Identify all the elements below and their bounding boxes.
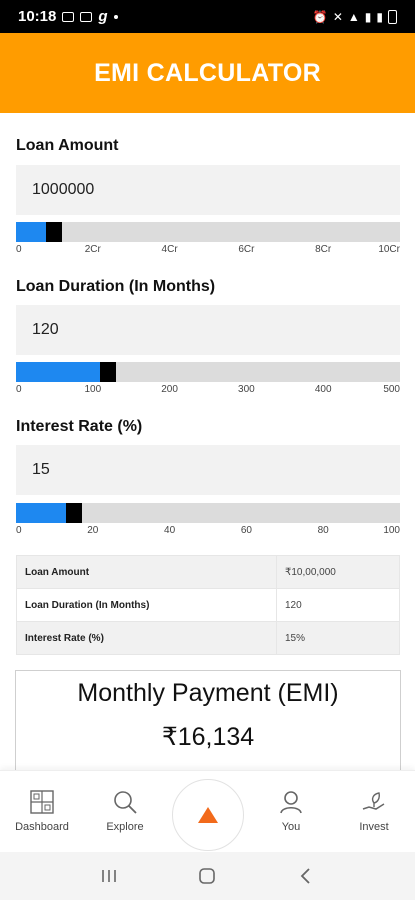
tick-label: 200 xyxy=(161,384,178,395)
summary-key: Loan Amount xyxy=(16,555,277,589)
home-button[interactable] xyxy=(187,861,227,891)
tick-label: 60 xyxy=(240,525,252,536)
summary-key: Loan Duration (In Months) xyxy=(16,588,277,622)
status-bar: 10:18 g ⏰ ✕ ▲ ▮ ▮ xyxy=(0,0,415,33)
nav-explore-label: Explore xyxy=(106,821,144,833)
summary-value: 15% xyxy=(276,621,400,655)
tick-label: 300 xyxy=(238,384,255,395)
loan-amount-ticks: 0 2Cr 4Cr 6Cr 8Cr 10Cr xyxy=(16,244,400,256)
tick-label: 40 xyxy=(164,525,176,536)
tick-label: 0 xyxy=(16,525,22,536)
slider-thumb[interactable] xyxy=(46,222,62,242)
tick-label: 4Cr xyxy=(161,244,178,255)
table-row: Loan Duration (In Months) 120 xyxy=(16,588,400,622)
summary-value: 120 xyxy=(276,588,400,622)
interest-rate-label: Interest Rate (%) xyxy=(16,418,143,435)
tick-label: 6Cr xyxy=(238,244,255,255)
gallery-icon xyxy=(62,11,75,22)
signal-icon-2: ▮ xyxy=(376,9,383,24)
slider-fill xyxy=(16,222,46,242)
emi-title: Monthly Payment (EMI) xyxy=(77,679,339,707)
slider-fill xyxy=(16,503,66,523)
invest-hand-icon xyxy=(362,792,385,810)
search-icon xyxy=(114,791,137,814)
tick-label: 0 xyxy=(16,244,22,255)
interest-rate-ticks: 0 20 40 60 80 100 xyxy=(16,525,400,537)
loan-amount-slider[interactable] xyxy=(16,222,400,242)
nav-dashboard-label: Dashboard xyxy=(15,821,69,833)
page-title: EMI CALCULATOR xyxy=(94,58,321,87)
emi-result-card: Monthly Payment (EMI) ₹16,134 xyxy=(15,670,401,770)
emi-value: ₹16,134 xyxy=(161,723,255,751)
bottom-nav: Dashboard Explore You Invest xyxy=(0,770,415,852)
tick-label: 100 xyxy=(84,384,102,395)
table-row: Interest Rate (%) 15% xyxy=(16,621,400,655)
loan-amount-input[interactable]: 1000000 xyxy=(16,165,400,215)
back-icon xyxy=(300,868,310,884)
loan-duration-label: Loan Duration (In Months) xyxy=(16,278,216,295)
loan-duration-ticks: 0 100 200 300 400 500 xyxy=(16,384,400,396)
table-row: Loan Amount ₹10,00,000 xyxy=(16,555,400,589)
summary-table: Loan Amount ₹10,00,000 Loan Duration (In… xyxy=(16,555,400,655)
interest-rate-input[interactable]: 15 xyxy=(16,445,400,495)
nav-invest[interactable]: Invest xyxy=(334,771,414,853)
summary-key: Interest Rate (%) xyxy=(16,621,277,655)
slider-thumb[interactable] xyxy=(66,503,82,523)
back-button[interactable] xyxy=(286,861,326,891)
loan-amount-label: Loan Amount xyxy=(16,137,119,154)
slider-fill xyxy=(16,362,100,382)
status-time: 10:18 xyxy=(18,8,57,25)
recent-apps-icon xyxy=(102,870,116,882)
nav-explore[interactable]: Explore xyxy=(85,771,165,853)
nav-home-button[interactable] xyxy=(172,779,244,851)
tick-label: 20 xyxy=(87,525,99,536)
tick-label: 500 xyxy=(383,384,400,395)
tick-label: 2Cr xyxy=(84,244,101,255)
app-header: EMI CALCULATOR xyxy=(0,33,415,113)
dashboard-icon xyxy=(30,790,54,814)
tick-label: 400 xyxy=(314,384,332,395)
g-icon: g xyxy=(98,8,108,25)
signal-icon: ▮ xyxy=(364,9,372,24)
loan-duration-input[interactable]: 120 xyxy=(16,305,400,355)
user-icon xyxy=(280,791,302,814)
system-nav-bar xyxy=(0,852,415,900)
logo-triangle-icon xyxy=(198,807,218,823)
screen-icon xyxy=(80,11,93,22)
loan-duration-slider[interactable] xyxy=(16,362,400,382)
notification-dot-icon xyxy=(113,14,118,19)
nav-you-label: You xyxy=(281,821,301,833)
wifi-icon: ▲ xyxy=(347,9,360,24)
nav-you[interactable]: You xyxy=(251,771,331,853)
alarm-icon: ⏰ xyxy=(312,9,328,24)
nav-dashboard[interactable]: Dashboard xyxy=(2,771,82,853)
tick-label: 100 xyxy=(383,525,400,536)
summary-value: ₹10,00,000 xyxy=(276,555,400,589)
nav-invest-label: Invest xyxy=(359,821,389,833)
tick-label: 8Cr xyxy=(315,244,332,255)
recent-apps-button[interactable] xyxy=(89,861,129,891)
battery-icon xyxy=(388,9,397,24)
slider-thumb[interactable] xyxy=(100,362,116,382)
tick-label: 80 xyxy=(317,525,329,536)
home-icon xyxy=(199,868,216,884)
tick-label: 10Cr xyxy=(378,244,400,255)
interest-rate-slider[interactable] xyxy=(16,503,400,523)
tick-label: 0 xyxy=(16,384,22,395)
mute-icon: ✕ xyxy=(332,9,343,24)
